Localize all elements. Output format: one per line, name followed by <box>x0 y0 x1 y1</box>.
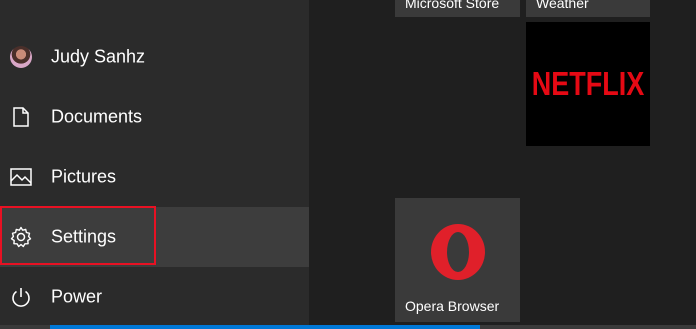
account-name: Judy Sanhz <box>51 46 146 67</box>
settings-highlight-box <box>0 206 156 265</box>
power-label: Power <box>51 286 103 307</box>
tile-weather[interactable]: Weather <box>526 0 650 17</box>
sidebar-item-documents[interactable]: Documents <box>0 87 309 147</box>
pictures-icon <box>9 165 33 189</box>
tile-microsoft-store[interactable]: Microsoft Store <box>395 0 520 17</box>
weather-label: Weather <box>536 0 589 11</box>
opera-logo-icon <box>428 222 488 287</box>
sidebar-item-account[interactable]: Judy Sanhz <box>0 27 309 87</box>
tile-netflix[interactable]: NETFLIX <box>526 22 650 146</box>
microsoft-store-label: Microsoft Store <box>405 0 500 11</box>
user-avatar <box>9 45 33 69</box>
sidebar-item-power[interactable]: Power <box>0 267 309 327</box>
sidebar-item-pictures[interactable]: Pictures <box>0 147 309 207</box>
documents-label: Documents <box>51 106 143 127</box>
opera-browser-label: Opera Browser <box>405 298 500 314</box>
start-menu-sidebar: Judy Sanhz Documents Pictures Settings P… <box>0 0 309 329</box>
scroll-indicator <box>50 325 480 329</box>
power-icon <box>9 285 33 309</box>
pictures-label: Pictures <box>51 166 117 187</box>
netflix-logo: NETFLIX <box>531 64 645 103</box>
document-icon <box>9 105 33 129</box>
tile-opera-browser[interactable]: Opera Browser <box>395 198 520 322</box>
